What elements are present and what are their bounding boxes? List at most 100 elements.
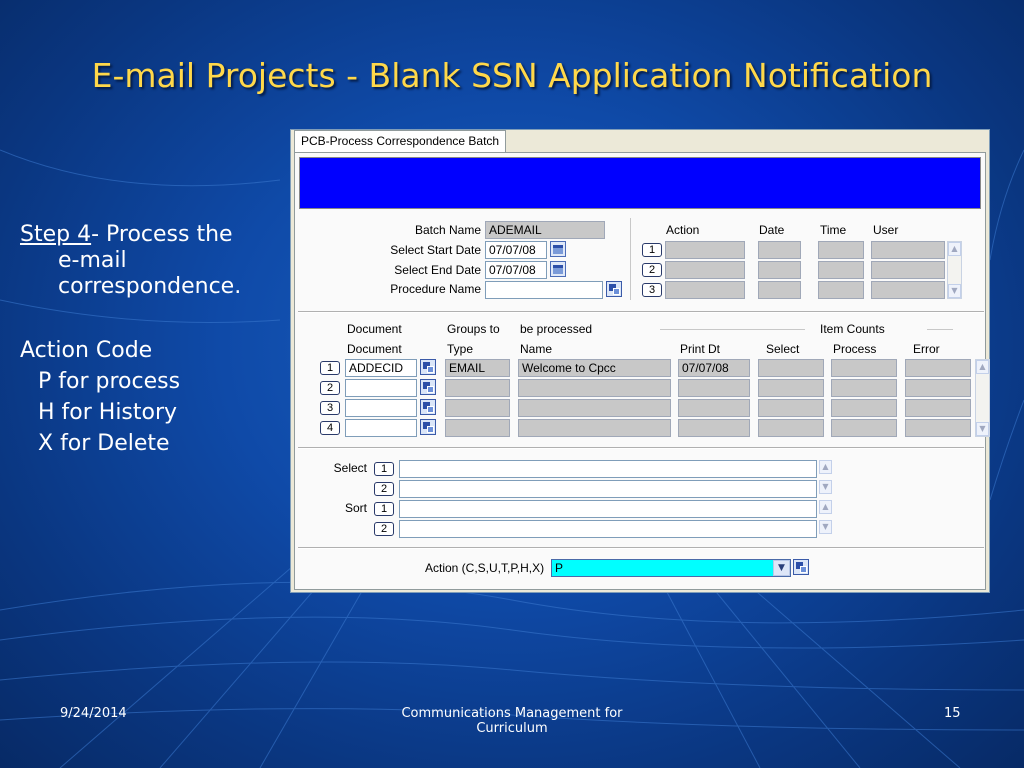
scroll-down-icon[interactable]: ▼: [819, 480, 832, 494]
document-cell[interactable]: [345, 399, 417, 417]
action-code-select[interactable]: P: [551, 559, 791, 577]
select-row-number[interactable]: 2: [374, 482, 394, 496]
select-count-cell[interactable]: [758, 379, 824, 397]
instruction-text: Step 4- Process the e-mail correspondenc…: [20, 222, 290, 459]
scroll-up-icon[interactable]: ▲: [819, 460, 832, 474]
list-of-values-icon[interactable]: [420, 419, 436, 435]
footer-center: Communications Management for Curriculum: [362, 706, 662, 736]
section-divider-highlight: [298, 548, 984, 549]
sort-criteria-field[interactable]: [399, 520, 817, 538]
document-grid-scrollbar[interactable]: ▲ ▼: [975, 359, 990, 437]
scroll-down-icon[interactable]: ▼: [976, 422, 989, 436]
user-cell[interactable]: [871, 261, 945, 279]
type-cell[interactable]: EMAIL: [445, 359, 510, 377]
name-cell[interactable]: [518, 399, 671, 417]
action-code-heading: Action Code: [20, 338, 153, 363]
process-count-cell[interactable]: [831, 359, 897, 377]
select-count-cell[interactable]: [758, 399, 824, 417]
process-count-cell[interactable]: [831, 379, 897, 397]
start-date-field[interactable]: 07/07/08: [485, 241, 547, 259]
action-grid-scrollbar[interactable]: ▲ ▼: [947, 241, 962, 299]
scroll-up-icon[interactable]: ▲: [976, 360, 989, 374]
scroll-up-icon[interactable]: ▲: [819, 500, 832, 514]
user-cell[interactable]: [871, 281, 945, 299]
document-cell[interactable]: [345, 419, 417, 437]
print-dt-cell[interactable]: [678, 379, 750, 397]
scroll-down-icon[interactable]: ▼: [948, 284, 961, 298]
error-count-cell[interactable]: [905, 359, 971, 377]
error-count-cell[interactable]: [905, 379, 971, 397]
header-rule: [927, 329, 953, 330]
document-header: Document: [347, 342, 402, 356]
document-cell[interactable]: ADDECID: [345, 359, 417, 377]
print-dt-cell[interactable]: 07/07/08: [678, 359, 750, 377]
header-bar: [299, 157, 981, 209]
document-header-top: Document: [347, 322, 402, 336]
time-cell[interactable]: [818, 261, 864, 279]
process-header: Process: [833, 342, 877, 356]
process-count-cell[interactable]: [831, 399, 897, 417]
select-criteria-field[interactable]: [399, 460, 817, 478]
groups-to-header: Groups to: [447, 322, 500, 336]
action-row-number[interactable]: 3: [642, 283, 662, 297]
list-of-values-icon[interactable]: [420, 379, 436, 395]
error-count-cell[interactable]: [905, 399, 971, 417]
document-row-number[interactable]: 3: [320, 401, 340, 415]
select-criteria-field[interactable]: [399, 480, 817, 498]
list-of-values-icon[interactable]: [420, 399, 436, 415]
action-cell[interactable]: [665, 241, 745, 259]
list-of-values-icon[interactable]: [420, 359, 436, 375]
select-count-cell[interactable]: [758, 359, 824, 377]
type-cell[interactable]: [445, 379, 510, 397]
list-of-values-icon[interactable]: [793, 559, 809, 575]
type-cell[interactable]: [445, 399, 510, 417]
scroll-down-icon[interactable]: ▼: [819, 520, 832, 534]
list-of-values-icon[interactable]: [606, 281, 622, 297]
print-dt-cell[interactable]: [678, 419, 750, 437]
type-cell[interactable]: [445, 419, 510, 437]
print-dt-cell[interactable]: [678, 399, 750, 417]
tab-process-correspondence-batch[interactable]: PCB-Process Correspondence Batch: [294, 130, 507, 153]
action-cell[interactable]: [665, 261, 745, 279]
select-scrollbar[interactable]: ▲ ▼: [819, 460, 834, 498]
chevron-down-icon[interactable]: ▼: [773, 560, 790, 576]
step-text-line2: e-mail: [58, 248, 127, 273]
name-cell[interactable]: [518, 419, 671, 437]
select-row-number[interactable]: 1: [374, 462, 394, 476]
action-row-number[interactable]: 2: [642, 263, 662, 277]
action-row-number[interactable]: 1: [642, 243, 662, 257]
document-row-number[interactable]: 4: [320, 421, 340, 435]
error-count-cell[interactable]: [905, 419, 971, 437]
user-cell[interactable]: [871, 241, 945, 259]
date-cell[interactable]: [758, 241, 801, 259]
date-cell[interactable]: [758, 261, 801, 279]
section-divider-highlight: [298, 448, 984, 449]
action-cell[interactable]: [665, 281, 745, 299]
sort-scrollbar[interactable]: ▲ ▼: [819, 500, 834, 538]
time-cell[interactable]: [818, 241, 864, 259]
sort-criteria-field[interactable]: [399, 500, 817, 518]
select-count-cell[interactable]: [758, 419, 824, 437]
calendar-icon[interactable]: [550, 241, 566, 257]
sort-row-number[interactable]: 2: [374, 522, 394, 536]
time-cell[interactable]: [818, 281, 864, 299]
footer-center-line1: Communications Management for: [401, 706, 623, 721]
batch-name-field[interactable]: ADEMAIL: [485, 221, 605, 239]
document-row-number[interactable]: 1: [320, 361, 340, 375]
procedure-name-label: Procedure Name: [390, 282, 481, 296]
document-cell[interactable]: [345, 379, 417, 397]
document-row-number[interactable]: 2: [320, 381, 340, 395]
name-cell[interactable]: [518, 379, 671, 397]
name-cell[interactable]: Welcome to Cpcc: [518, 359, 671, 377]
form-panel: Batch Name ADEMAIL Select Start Date 07/…: [294, 152, 990, 590]
calendar-icon[interactable]: [550, 261, 566, 277]
end-date-field[interactable]: 07/07/08: [485, 261, 547, 279]
procedure-name-field[interactable]: [485, 281, 603, 299]
date-cell[interactable]: [758, 281, 801, 299]
item-counts-header: Item Counts: [820, 322, 885, 336]
scroll-up-icon[interactable]: ▲: [948, 242, 961, 256]
batch-name-label: Batch Name: [414, 223, 481, 237]
sort-row-number[interactable]: 1: [374, 502, 394, 516]
process-count-cell[interactable]: [831, 419, 897, 437]
